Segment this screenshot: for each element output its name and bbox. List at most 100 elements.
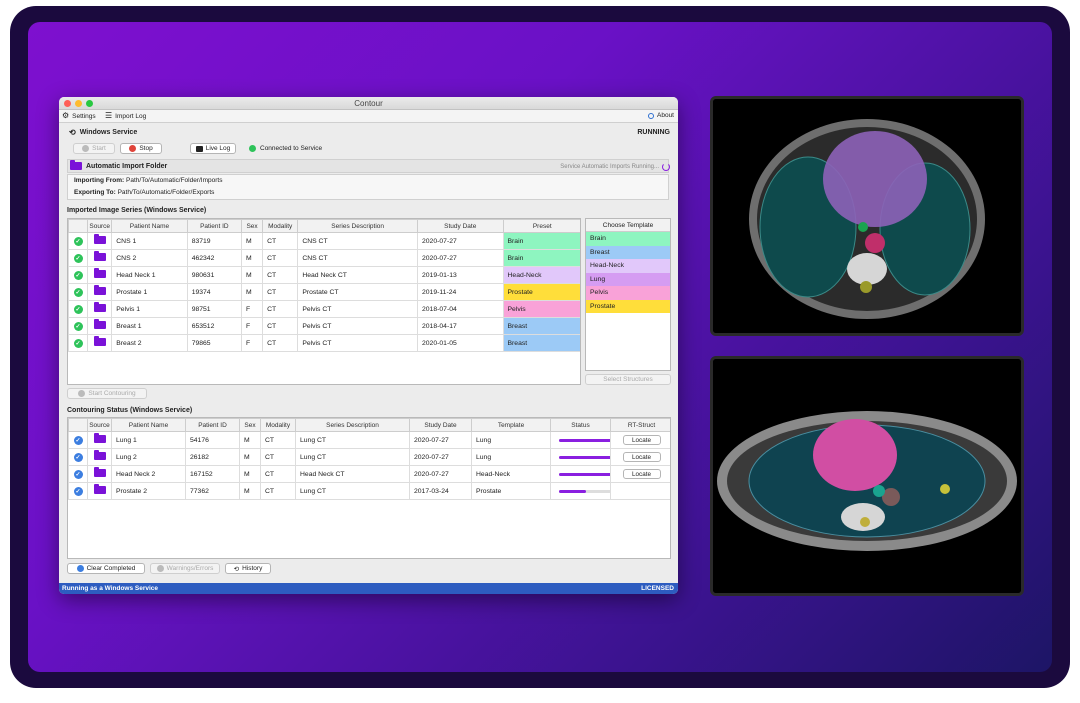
column-header[interactable]: Status [550, 418, 611, 432]
contouring-status-title: Contouring Status (Windows Service) [67, 407, 193, 414]
title-bar: Contour [59, 97, 678, 110]
preset-cell[interactable]: Head-Neck [502, 266, 580, 284]
progress-cell [550, 465, 611, 483]
cell-modality: CT [260, 465, 296, 483]
column-header[interactable]: Template [471, 418, 551, 432]
ct-scan-image-bottom [710, 356, 1024, 596]
live-log-button[interactable]: Live Log [190, 143, 236, 154]
start-contouring-button[interactable]: Start Contouring [67, 388, 147, 399]
table-row[interactable]: ✓ Head Neck 2 167152 M CT Head Neck CT 2020-07… [68, 465, 670, 483]
clear-completed-button[interactable]: Clear Completed [67, 563, 145, 574]
ct-scan-top-graphic [713, 99, 1021, 333]
column-header[interactable]: Sex [240, 219, 264, 233]
preset-cell[interactable]: Brain [502, 249, 580, 267]
cell-name: Head Neck 1 [111, 266, 188, 284]
cell-id: 83719 [186, 232, 243, 250]
check-circle-icon: ✓ [73, 452, 83, 462]
cell-name: Breast 2 [111, 334, 188, 352]
select-structures-button[interactable]: Select Structures [585, 374, 671, 385]
folder-icon [93, 336, 106, 346]
cell-name: Lung 2 [111, 448, 186, 466]
import-log-menu[interactable]: ☰ Import Log [105, 112, 146, 120]
imported-header-row: Source Patient Name Patient ID Sex Modality S… [68, 219, 580, 233]
column-header[interactable]: Patient Name [111, 418, 186, 432]
check-circle-icon: ✓ [73, 304, 83, 314]
check-circle-icon: ✓ [73, 435, 83, 445]
status-cell: ✓ [68, 465, 88, 483]
column-header[interactable]: Source [87, 219, 113, 233]
table-row[interactable]: ✓ CNS 2 462342 M CT CNS CT 2020-07-27 Brain [68, 249, 580, 267]
importing-from-row: Importing From: Path/To/Automatic/Folder… [68, 175, 668, 187]
imported-series-title: Imported Image Series (Windows Service) [67, 207, 207, 214]
column-header[interactable]: Modality [260, 418, 296, 432]
warnings-errors-label: Warnings/Errors [166, 565, 214, 572]
cell-modality: CT [262, 232, 299, 250]
locate-button[interactable]: Locate [622, 435, 661, 445]
ct-scan-image-top [710, 96, 1024, 336]
about-menu[interactable]: About [648, 112, 674, 119]
progress-fill [559, 489, 586, 493]
preset-cell[interactable]: Pelvis [502, 300, 580, 318]
connection-status-text: Connected to Service [260, 145, 323, 152]
stop-button[interactable]: Stop [120, 143, 162, 154]
stop-icon [129, 145, 137, 152]
cell-modality: CT [260, 482, 296, 500]
table-row[interactable]: ✓ Breast 1 653512 F CT Pelvis CT 2018-04-17 Bre… [68, 317, 580, 335]
column-header[interactable]: RT-Struct [610, 418, 670, 432]
table-row[interactable]: ✓ Lung 1 54176 M CT Lung CT 2020-07-27 Lung Loca… [68, 431, 670, 449]
cell-modality: CT [260, 448, 296, 466]
template-item[interactable]: Head-Neck [586, 259, 670, 273]
folder-icon [93, 251, 106, 261]
source-cell [87, 283, 113, 301]
start-label: Start [92, 145, 106, 152]
column-header[interactable]: Series Description [297, 219, 418, 233]
table-row[interactable]: ✓ Head Neck 1 980631 M CT Head Neck CT 2019-01… [68, 266, 580, 284]
locate-button[interactable]: Locate [622, 469, 661, 479]
column-header[interactable]: Sex [239, 418, 261, 432]
cell-date: 2020-01-05 [417, 334, 504, 352]
window-title: Contour [354, 99, 383, 108]
template-item[interactable]: Pelvis [586, 286, 670, 300]
table-row[interactable]: ✓ Prostate 2 77362 M CT Lung CT 2017-03-24 Pros… [68, 482, 670, 500]
status-cell: ✓ [68, 448, 88, 466]
table-row[interactable]: ✓ Breast 2 79865 F CT Pelvis CT 2020-01-05 Brea… [68, 334, 580, 352]
preset-cell[interactable]: Breast [502, 334, 580, 352]
source-cell [87, 482, 112, 500]
history-button[interactable]: ⟲ History [225, 563, 271, 574]
cell-sex: M [239, 482, 261, 500]
cell-sex: F [240, 317, 264, 335]
column-header[interactable]: Study Date [417, 219, 504, 233]
preset-cell[interactable]: Breast [502, 317, 580, 335]
auto-import-paths: Importing From: Path/To/Automatic/Folder… [67, 174, 669, 200]
source-cell [87, 317, 113, 335]
column-header[interactable]: Source [87, 418, 112, 432]
cell-desc: CNS CT [297, 232, 418, 250]
preset-cell[interactable]: Prostate [502, 283, 580, 301]
table-row[interactable]: ✓ Lung 2 26182 M CT Lung CT 2020-07-27 Lung Loca… [68, 448, 670, 466]
status-bar-right: LICENSED [641, 585, 674, 592]
column-header[interactable]: Series Description [295, 418, 410, 432]
cell-desc: Lung CT [295, 448, 410, 466]
template-item[interactable]: Breast [586, 245, 670, 259]
cell-date: 2020-07-27 [409, 448, 472, 466]
column-header[interactable]: Study Date [409, 418, 472, 432]
preset-cell[interactable]: Brain [502, 232, 580, 250]
column-header[interactable]: Preset [502, 219, 580, 233]
template-item[interactable]: Brain [586, 232, 670, 246]
warnings-errors-button[interactable]: Warnings/Errors [150, 563, 220, 574]
column-header[interactable]: Patient ID [186, 219, 243, 233]
menu-bar: ⚙ Settings ☰ Import Log About [59, 110, 678, 123]
column-header[interactable]: Patient ID [185, 418, 240, 432]
column-header[interactable]: Patient Name [111, 219, 188, 233]
terminal-icon [195, 145, 203, 152]
template-item[interactable]: Prostate [586, 299, 670, 313]
table-row[interactable]: ✓ Pelvis 1 98751 F CT Pelvis CT 2018-07-04 Pelv… [68, 300, 580, 318]
start-button[interactable]: Start [73, 143, 115, 154]
table-row[interactable]: ✓ CNS 1 83719 M CT CNS CT 2020-07-27 Brain [68, 232, 580, 250]
settings-menu[interactable]: ⚙ Settings [62, 112, 96, 120]
table-row[interactable]: ✓ Prostate 1 19374 M CT Prostate CT 2019-11-24… [68, 283, 580, 301]
template-item[interactable]: Lung [586, 272, 670, 286]
locate-button[interactable]: Locate [622, 452, 661, 462]
column-header[interactable]: Modality [262, 219, 299, 233]
clear-completed-label: Clear Completed [86, 565, 136, 572]
